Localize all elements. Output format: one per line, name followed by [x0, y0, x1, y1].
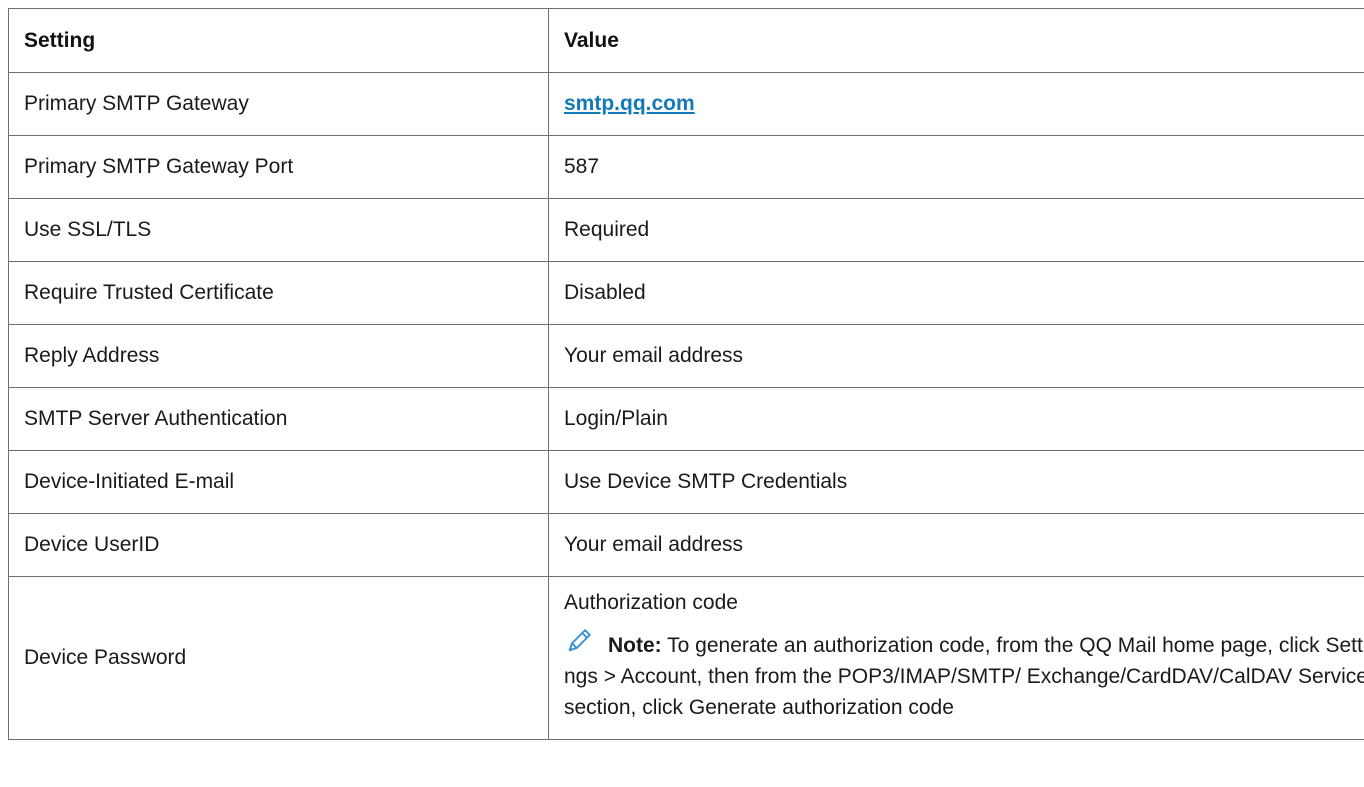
table-row: SMTP Server Authentication Login/Plain: [8, 387, 1364, 451]
setting-cell: Device-Initiated E-mail: [8, 450, 549, 514]
table-row: Device Password Authorization code Note:…: [8, 576, 1364, 740]
table-row: Use SSL/TLS Required: [8, 198, 1364, 262]
value-cell: Use Device SMTP Credentials: [548, 450, 1364, 514]
table-row: Primary SMTP Gateway Port 587: [8, 135, 1364, 199]
value-cell: 587: [548, 135, 1364, 199]
table-row: Device UserID Your email address: [8, 513, 1364, 577]
column-header-setting: Setting: [8, 8, 549, 73]
settings-table: Setting Value Primary SMTP Gateway smtp.…: [8, 8, 1364, 740]
setting-cell: Reply Address: [8, 324, 549, 388]
table-row: Device-Initiated E-mail Use Device SMTP …: [8, 450, 1364, 514]
table-row: Reply Address Your email address: [8, 324, 1364, 388]
setting-cell: Use SSL/TLS: [8, 198, 549, 262]
smtp-gateway-link[interactable]: smtp.qq.com: [564, 92, 695, 115]
value-cell: Login/Plain: [548, 387, 1364, 451]
setting-cell: Primary SMTP Gateway: [8, 72, 549, 136]
value-cell: Your email address: [548, 324, 1364, 388]
setting-cell: Device UserID: [8, 513, 549, 577]
setting-cell: Primary SMTP Gateway Port: [8, 135, 549, 199]
table-header-row: Setting Value: [8, 8, 1364, 73]
note-label: Note:: [608, 634, 662, 657]
value-cell: Authorization code Note: To generate an …: [548, 576, 1364, 740]
value-cell: smtp.qq.com: [548, 72, 1364, 136]
setting-cell: Device Password: [8, 576, 549, 740]
setting-cell: Require Trusted Certificate: [8, 261, 549, 325]
value-cell: Disabled: [548, 261, 1364, 325]
table-row: Primary SMTP Gateway smtp.qq.com: [8, 72, 1364, 136]
table-row: Require Trusted Certificate Disabled: [8, 261, 1364, 325]
value-cell: Your email address: [548, 513, 1364, 577]
setting-cell: SMTP Server Authentication: [8, 387, 549, 451]
value-cell: Required: [548, 198, 1364, 262]
column-header-value: Value: [548, 8, 1364, 73]
note-text: To generate an authorization code, from …: [564, 634, 1364, 719]
pencil-icon: [568, 629, 591, 652]
note: Note: To generate an authorization code,…: [564, 626, 1364, 723]
value-text: Authorization code: [564, 591, 738, 614]
